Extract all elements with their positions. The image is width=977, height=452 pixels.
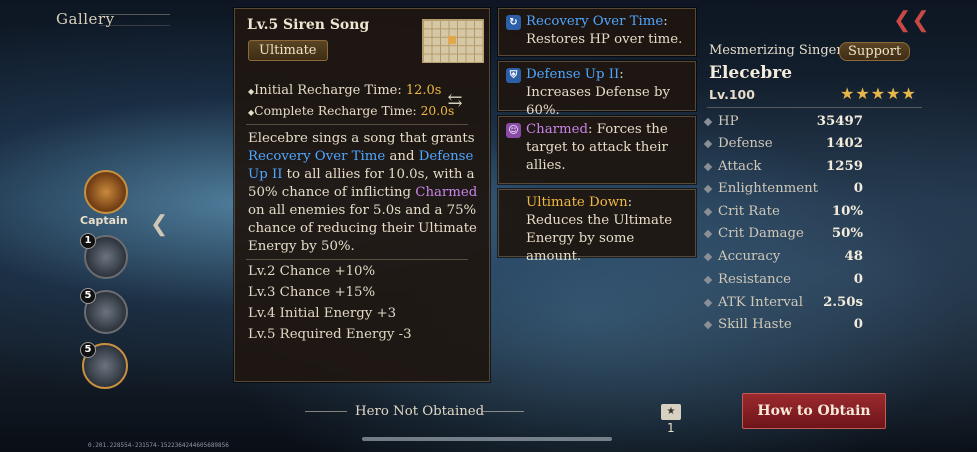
version-string: 0.201.228554-231574-1522364244605689856	[88, 442, 229, 449]
upgrade-line: Lv.5 Required Energy -3	[248, 327, 412, 342]
divider	[246, 259, 468, 260]
stat-label: Crit Damage	[718, 226, 804, 241]
stat-label: HP	[718, 114, 739, 129]
effect-name: Charmed	[526, 122, 589, 137]
shield-icon: ⛨	[506, 68, 521, 83]
diamond-icon	[703, 207, 713, 217]
effect-name: Defense Up II	[526, 67, 620, 82]
hero-status: Hero Not Obtained	[355, 404, 485, 419]
desc-text: Elecebre sings a song that grants	[248, 131, 475, 146]
skill-range-center	[448, 36, 456, 44]
diamond-icon	[703, 252, 713, 262]
diamond-icon	[703, 162, 713, 172]
complete-recharge-row: ◆Complete Recharge Time: 20.0s	[248, 104, 455, 118]
diamond-icon	[703, 184, 713, 194]
stat-value: 0	[853, 181, 863, 196]
stat-value: 35497	[816, 114, 863, 129]
hero-slot-2-badge: 5	[80, 288, 96, 304]
diamond-icon	[703, 229, 713, 239]
stat-value: 0	[853, 272, 863, 287]
stat-row-enlightenment: Enlightenment 0	[703, 181, 863, 201]
effect-text: Ultimate Down: Reduces the Ultimate Ener…	[526, 194, 692, 266]
divider	[246, 124, 468, 125]
stat-value: 0	[853, 317, 863, 332]
stat-label: Enlightenment	[718, 181, 819, 196]
collapse-arrow-icon[interactable]: ❮	[150, 212, 172, 240]
desc-text: on all enemies for 5.0s and a 75% chance…	[248, 203, 477, 254]
captain-portrait[interactable]	[84, 170, 128, 214]
stat-value: 10%	[831, 204, 863, 219]
diamond-icon	[703, 117, 713, 127]
effect-text: Defense Up II: Increases Defense by 60%.	[526, 66, 692, 120]
divider	[482, 411, 524, 412]
effect-card-charmed: ☺ Charmed: Forces the target to attack t…	[498, 116, 696, 184]
stat-label: Attack	[718, 159, 762, 174]
upgrade-line: Lv.3 Chance +15%	[248, 285, 376, 300]
stat-label: Skill Haste	[718, 317, 792, 332]
effect-card-ultimate-down: Ultimate Down: Reduces the Ultimate Ener…	[498, 189, 696, 264]
desc-text: and	[385, 149, 419, 164]
upgrade-line: Lv.2 Chance +10%	[248, 264, 376, 279]
stat-label: Crit Rate	[718, 204, 780, 219]
stat-row-atk-interval: ATK Interval 2.50s	[703, 295, 863, 315]
stat-value: 48	[844, 249, 863, 264]
scrollbar[interactable]	[362, 437, 612, 441]
stat-row-hp: HP 35497	[703, 114, 863, 134]
character-name: Elecebre	[709, 63, 793, 83]
initial-recharge-value: 12.0s	[405, 83, 442, 98]
stat-label: Defense	[718, 136, 773, 151]
shard-count: 1	[667, 421, 675, 435]
stat-label: ATK Interval	[718, 295, 803, 310]
keyword-charmed[interactable]: Charmed	[415, 185, 477, 200]
character-subtitle: Mesmerizing Singer	[709, 43, 843, 58]
effect-name: Ultimate Down	[526, 195, 628, 210]
initial-recharge-row: ◆Initial Recharge Time: 12.0s	[248, 83, 442, 98]
effect-text: Charmed: Forces the target to attack the…	[526, 121, 692, 175]
skill-title: Lv.5 Siren Song	[247, 17, 370, 33]
charm-icon: ☺	[506, 123, 521, 138]
stat-row-skill-haste: Skill Haste 0	[703, 317, 863, 337]
diamond-icon	[703, 298, 713, 308]
skill-description: Elecebre sings a song that grants Recove…	[248, 130, 480, 256]
stat-value: 1402	[825, 136, 863, 151]
divider	[305, 411, 347, 412]
skill-type-badge: Ultimate	[248, 40, 328, 61]
character-level: Lv.100	[709, 87, 755, 102]
header-decoration	[100, 14, 170, 26]
stat-row-crit-rate: Crit Rate 10%	[703, 204, 863, 224]
keyword-recovery-over-time[interactable]: Recovery Over Time	[248, 149, 385, 164]
stat-row-resistance: Resistance 0	[703, 272, 863, 292]
stat-value: 2.50s	[823, 295, 863, 310]
star-rating-icon: ★★★★★	[840, 84, 917, 103]
swap-icon[interactable]: ⇆	[444, 90, 466, 112]
role-badge: Support	[839, 42, 911, 61]
effect-card-recovery: ↻ Recovery Over Time: Restores HP over t…	[498, 8, 696, 56]
stat-value: 1259	[825, 159, 863, 174]
stat-label: Resistance	[718, 272, 791, 287]
effect-name: Recovery Over Time	[526, 14, 664, 29]
recovery-icon: ↻	[506, 15, 521, 30]
captain-label: Captain	[80, 214, 128, 227]
diamond-icon	[703, 320, 713, 330]
stat-value: 50%	[831, 226, 863, 241]
stat-label: Accuracy	[718, 249, 781, 264]
faction-logo-icon[interactable]: ❮❮	[893, 8, 930, 34]
initial-recharge-label: Initial Recharge Time:	[254, 83, 406, 98]
diamond-icon	[703, 275, 713, 285]
effect-text: Recovery Over Time: Restores HP over tim…	[526, 13, 692, 49]
hero-slot-3-badge: 5	[80, 342, 96, 358]
hero-slot-1-badge: 1	[80, 233, 96, 249]
effect-card-defense: ⛨ Defense Up II: Increases Defense by 60…	[498, 61, 696, 118]
hero-shard-icon[interactable]: ★	[661, 404, 681, 420]
complete-recharge-label: Complete Recharge Time:	[254, 104, 421, 118]
how-to-obtain-button[interactable]: How to Obtain	[742, 393, 886, 429]
stat-row-attack: Attack 1259	[703, 159, 863, 179]
upgrade-line: Lv.4 Initial Energy +3	[248, 306, 397, 321]
stat-row-defense: Defense 1402	[703, 136, 863, 156]
diamond-icon	[703, 139, 713, 149]
stat-row-accuracy: Accuracy 48	[703, 249, 863, 269]
stat-row-crit-damage: Crit Damage 50%	[703, 226, 863, 246]
divider	[707, 107, 922, 108]
